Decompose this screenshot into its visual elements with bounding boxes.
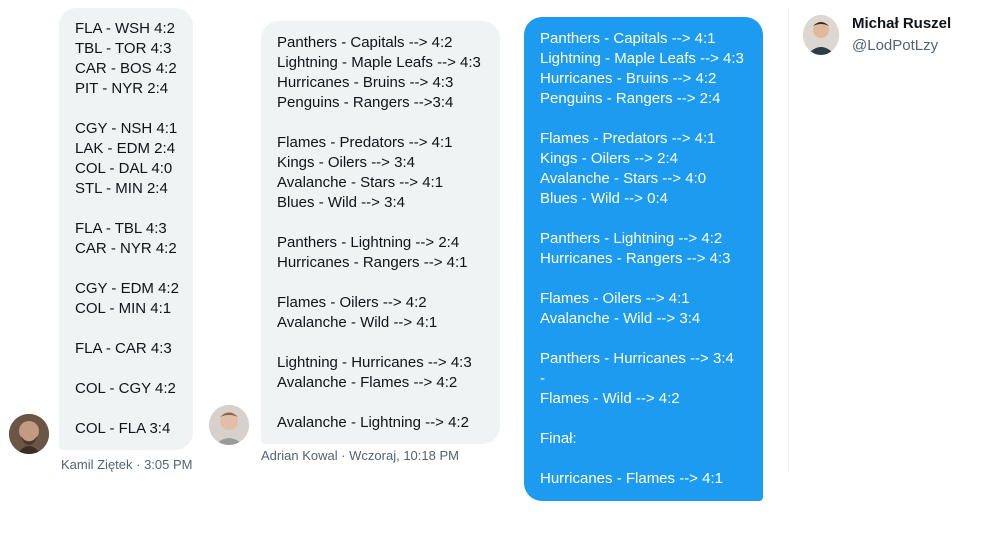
message-line <box>540 449 763 469</box>
message-line: Avalanche - Stars --> 4:0 <box>540 170 707 187</box>
message-line: FLA - WSH 4:2 <box>75 20 176 37</box>
message-line: Flames - Wild --> 4:2 <box>540 390 680 407</box>
message-line: Lightning - Hurricanes --> 4:3 <box>277 354 472 371</box>
message-line: COL - DAL 4:0 <box>75 160 173 177</box>
message-line <box>277 393 500 413</box>
avatar-adrian[interactable] <box>209 405 249 445</box>
message-line: Avalanche - Stars --> 4:1 <box>277 174 444 191</box>
avatar-adrian-image <box>209 405 249 445</box>
message-meta-kamil: Kamil Ziętek · 3:05 PM <box>61 457 193 472</box>
message-line: Blues - Wild --> 0:4 <box>540 190 668 207</box>
message-line: COL - MIN 4:1 <box>75 300 172 317</box>
avatar-profile[interactable] <box>803 15 839 55</box>
message-line: LAK - EDM 2:4 <box>75 140 176 157</box>
message-line: FLA - TBL 4:3 <box>75 220 167 237</box>
message-line: Avalanche - Wild --> 4:1 <box>277 314 438 331</box>
message-line: Hurricanes - Flames --> 4:1 <box>540 470 723 487</box>
message-line: Flames - Predators --> 4:1 <box>277 134 453 151</box>
message-line: Hurricanes - Rangers --> 4:3 <box>540 250 731 267</box>
message-line <box>75 359 193 379</box>
message-line <box>540 269 763 289</box>
message-line: TBL - TOR 4:3 <box>75 40 172 57</box>
message-line: Avalanche - Flames --> 4:2 <box>277 374 458 391</box>
message-line: STL - MIN 2:4 <box>75 180 168 197</box>
message-bubble-kamil: FLA - WSH 4:2 TBL - TOR 4:3 CAR - BOS 4:2 P… <box>59 8 193 450</box>
message-line: Panthers - Lightning --> 4:2 <box>540 230 723 247</box>
message-line: Flames - Predators --> 4:1 <box>540 130 716 147</box>
message-line: Avalanche - Wild --> 3:4 <box>540 310 701 327</box>
message-line <box>277 113 500 133</box>
message-line: Flames - Oilers --> 4:1 <box>540 290 690 307</box>
message-line: Hurricanes - Bruins --> 4:3 <box>277 74 454 91</box>
message-line: Penguins - Rangers -->3:4 <box>277 94 454 111</box>
message-line <box>75 399 193 419</box>
profile-handle[interactable]: @LodPotLzy <box>852 37 938 54</box>
message-line: Avalanche - Lightning --> 4:2 <box>277 414 469 431</box>
message-line: Finał: <box>540 430 577 447</box>
avatar-kamil[interactable] <box>9 414 49 454</box>
message-line <box>277 213 500 233</box>
message-line: Hurricanes - Bruins --> 4:2 <box>540 70 717 87</box>
message-line: Flames - Oilers --> 4:2 <box>277 294 427 311</box>
message-line <box>540 209 763 229</box>
message-line: Panthers - Capitals --> 4:2 <box>277 34 453 51</box>
message-line <box>75 259 193 279</box>
message-bubble-adrian: Panthers - Capitals --> 4:2 Lightning - M… <box>261 21 500 444</box>
message-line <box>75 199 193 219</box>
message-line <box>540 409 763 429</box>
message-line <box>540 329 763 349</box>
message-line: Kings - Oilers --> 3:4 <box>277 154 415 171</box>
message-line: - <box>540 370 545 387</box>
message-line: CAR - NYR 4:2 <box>75 240 177 257</box>
message-line <box>75 319 193 339</box>
avatar-profile-image <box>803 15 839 55</box>
message-line: Panthers - Hurricanes --> 3:4 <box>540 350 734 367</box>
avatar-kamil-image <box>9 414 49 454</box>
message-line: CAR - BOS 4:2 <box>75 60 177 77</box>
message-meta-adrian: Adrian Kowal · Wczoraj, 10:18 PM <box>261 448 459 463</box>
message-line: Lightning - Maple Leafs --> 4:3 <box>277 54 481 71</box>
message-line: Panthers - Capitals --> 4:1 <box>540 30 716 47</box>
message-line: COL - FLA 3:4 <box>75 420 171 437</box>
column-divider <box>788 8 789 472</box>
message-line <box>75 99 193 119</box>
message-line: Hurricanes - Rangers --> 4:1 <box>277 254 468 271</box>
message-line <box>277 333 500 353</box>
message-line <box>540 109 763 129</box>
message-line: CGY - EDM 4:2 <box>75 280 179 297</box>
message-line: PIT - NYR 2:4 <box>75 80 169 97</box>
message-line: Blues - Wild --> 3:4 <box>277 194 405 211</box>
message-line: Penguins - Rangers --> 2:4 <box>540 90 721 107</box>
message-line: FLA - CAR 4:3 <box>75 340 172 357</box>
message-bubble-self: Panthers - Capitals --> 4:1 Lightning - M… <box>524 17 763 501</box>
message-line <box>277 273 500 293</box>
message-line: COL - CGY 4:2 <box>75 380 176 397</box>
message-line: Panthers - Lightning --> 2:4 <box>277 234 460 251</box>
message-line: Kings - Oilers --> 2:4 <box>540 150 678 167</box>
message-line: CGY - NSH 4:1 <box>75 120 178 137</box>
profile-name[interactable]: Michał Ruszel <box>852 15 951 32</box>
message-line: Lightning - Maple Leafs --> 4:3 <box>540 50 744 67</box>
